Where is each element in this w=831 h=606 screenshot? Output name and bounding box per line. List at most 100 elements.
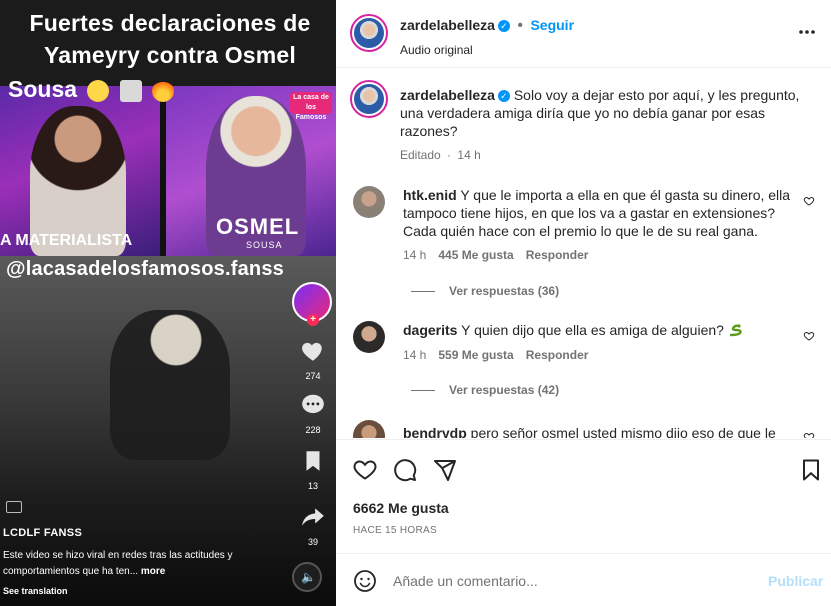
likes-count: 274 <box>305 371 321 381</box>
post-time-ago[interactable]: HACE 15 HORAS <box>353 525 437 536</box>
comment-item: dagerits Y quien dijo que ella es amiga … <box>353 321 823 371</box>
commenter-username[interactable]: dagerits <box>403 322 457 338</box>
author-avatar[interactable] <box>350 14 388 52</box>
snake-emoji-icon <box>729 324 742 337</box>
post-details: zardelabelleza ✓ • Seguir Audio original … <box>336 0 831 606</box>
post-header-info: zardelabelleza ✓ • Seguir Audio original <box>400 17 574 57</box>
like-heart-icon[interactable] <box>353 458 377 482</box>
label-right: OSMEL <box>216 214 300 239</box>
dot-separator: • <box>517 17 523 34</box>
author-username[interactable]: zardelabelleza <box>400 17 495 33</box>
commenter-avatar[interactable] <box>353 420 385 438</box>
caption-meta: Editado · 14 h <box>400 148 481 162</box>
follow-plus-icon[interactable]: + <box>307 314 319 326</box>
edited-label: Editado <box>400 148 441 162</box>
label-right-sub: SOUSA <box>246 240 283 250</box>
reply-button[interactable]: Responder <box>526 248 589 262</box>
comment-time[interactable]: 14 h <box>403 248 426 262</box>
fire-emoji-icon <box>152 79 175 102</box>
handle-overlay: @lacasadelosfamosos.fanss <box>6 258 284 280</box>
verified-badge-icon: ✓ <box>497 20 510 32</box>
verified-badge-icon: ✓ <box>497 90 510 102</box>
creator-avatar[interactable]: + <box>292 282 332 326</box>
house-emoji-icon <box>119 79 142 102</box>
comment-like-heart-icon[interactable] <box>803 195 815 207</box>
commenter-username[interactable]: bendrydp <box>403 425 467 438</box>
comment-text: Y que le importa a ella en que él gasta … <box>403 187 791 239</box>
heart-icon[interactable] <box>299 338 327 364</box>
follow-button[interactable]: Seguir <box>530 17 574 33</box>
replies-line <box>411 390 435 392</box>
shares-count: 39 <box>307 537 318 547</box>
save-action[interactable]: 13 <box>293 448 333 491</box>
view-replies-label[interactable]: Ver respuestas (42) <box>449 383 559 397</box>
comment-input[interactable]: Añade un comentario... <box>393 573 538 589</box>
bookmark-icon[interactable] <box>299 448 327 474</box>
share-arrow-icon[interactable] <box>299 504 327 530</box>
view-replies-label[interactable]: Ver respuestas (36) <box>449 284 559 298</box>
comment-body: dagerits Y quien dijo que ella es amiga … <box>403 321 799 339</box>
replies-line <box>411 291 435 293</box>
contestant-panel-left <box>0 86 160 256</box>
video-person-figure <box>110 310 230 460</box>
caption-body: Este video se hizo viral en redes tras l… <box>3 550 233 577</box>
headline-line-3-text: Sousa <box>8 76 78 102</box>
label-left: A MATERIALISTA <box>0 232 133 249</box>
comment-like-heart-icon[interactable] <box>803 330 815 342</box>
headline-line-1: Fuertes declaraciones de <box>29 10 311 36</box>
composer-divider <box>336 553 831 554</box>
share-action[interactable]: 39 <box>293 504 333 547</box>
commenter-username[interactable]: htk.enid <box>403 187 457 203</box>
see-translation-link[interactable]: See translation <box>3 586 68 596</box>
comment-item: bendrydp pero señor osmel usted mismo di… <box>353 420 823 438</box>
saves-count: 13 <box>307 481 318 491</box>
comment-item-clipped: bendrydp pero señor osmel usted mismo di… <box>336 416 831 438</box>
view-replies-button[interactable]: Ver respuestas (42) <box>411 383 559 397</box>
comment-icon[interactable] <box>393 458 417 482</box>
emoji-picker-icon[interactable] <box>353 569 377 593</box>
comment-action[interactable]: 228 <box>293 392 333 435</box>
commenter-avatar[interactable] <box>353 321 385 353</box>
meta-dot: · <box>447 148 452 162</box>
sound-toggle-button[interactable]: 🔈 <box>292 562 322 592</box>
headline-line-3-wrap: Sousa <box>0 72 336 106</box>
comment-bubble-icon[interactable] <box>299 392 327 418</box>
reply-button[interactable]: Responder <box>526 348 589 362</box>
comment-meta: 14 h 559 Me gusta Responder <box>403 348 588 362</box>
comments-count: 228 <box>305 425 321 435</box>
comment-text: pero señor osmel usted mismo dijo eso de… <box>470 425 776 438</box>
caption-text: Este video se hizo viral en redes tras l… <box>3 548 253 580</box>
comment-meta: 14 h 445 Me gusta Responder <box>403 248 588 262</box>
comments-divider <box>336 439 831 440</box>
comment-like-heart-icon[interactable] <box>803 431 815 438</box>
comment-body: htk.enid Y que le importa a ella en que … <box>403 186 799 240</box>
comment-time[interactable]: 14 h <box>403 348 426 362</box>
headline-line-2: Yameyry contra Osmel <box>43 42 297 68</box>
audio-label[interactable]: Audio original <box>400 43 574 57</box>
share-send-icon[interactable] <box>433 458 457 482</box>
speaker-icon: 🔈 <box>301 570 316 584</box>
caption-author-avatar[interactable] <box>350 80 388 118</box>
comment-likes[interactable]: 445 Me gusta <box>438 248 513 262</box>
flushed-emoji-icon <box>87 79 110 102</box>
header-divider <box>336 67 831 68</box>
comment-item: htk.enid Y que le importa a ella en que … <box>353 186 823 296</box>
like-action[interactable]: 274 <box>293 338 333 381</box>
comment-likes[interactable]: 559 Me gusta <box>438 348 513 362</box>
caption-more-link[interactable]: more <box>141 566 165 577</box>
publish-button[interactable]: Publicar <box>768 573 823 589</box>
commenter-avatar[interactable] <box>353 186 385 218</box>
comment-text: Y quien dijo que ella es amiga de alguie… <box>461 322 724 338</box>
view-replies-button[interactable]: Ver respuestas (36) <box>411 284 559 298</box>
caption-username[interactable]: LCDLF FANSS <box>3 527 82 539</box>
likes-total[interactable]: 6662 Me gusta <box>353 500 449 516</box>
caption-time[interactable]: 14 h <box>457 148 480 162</box>
comment-body: bendrydp pero señor osmel usted mismo di… <box>403 424 799 438</box>
headline-line-3: Sousa <box>8 72 175 106</box>
caption-author-username[interactable]: zardelabelleza <box>400 87 495 103</box>
more-options-icon[interactable] <box>798 29 816 35</box>
save-bookmark-icon[interactable] <box>799 458 823 482</box>
captions-icon <box>6 501 22 513</box>
video-media[interactable]: Fuertes declaraciones de Yameyry contra … <box>0 0 336 606</box>
post-caption: zardelabelleza ✓ Solo voy a dejar esto po… <box>400 86 820 140</box>
